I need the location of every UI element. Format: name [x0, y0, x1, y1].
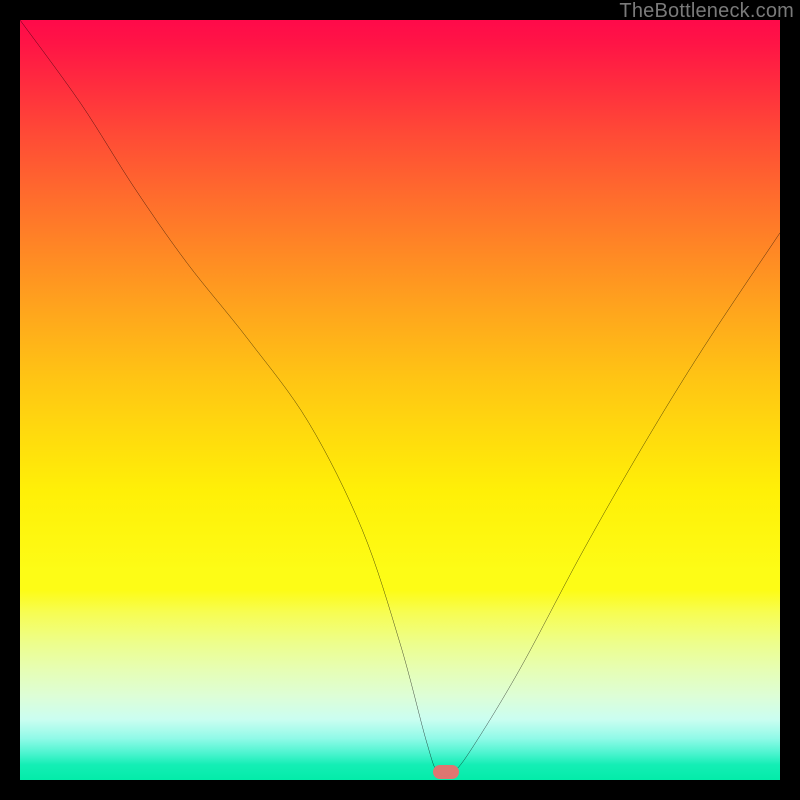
plot-area: [20, 20, 780, 780]
optimal-point-marker: [433, 765, 459, 779]
chart-container: TheBottleneck.com: [0, 0, 800, 800]
bottleneck-curve-path: [20, 20, 780, 776]
bottleneck-curve-svg: [20, 20, 780, 780]
